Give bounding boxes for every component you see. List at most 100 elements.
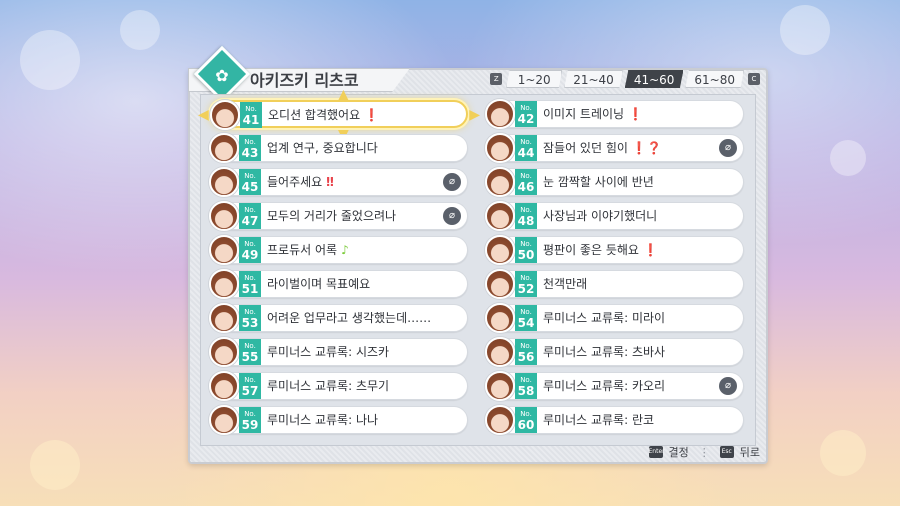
avatar: [485, 167, 515, 197]
episode-item[interactable]: No. 53 어려운 업무라고 생각했는데……: [209, 303, 468, 333]
episode-number: 50: [517, 248, 535, 262]
esc-key-icon: Esc: [719, 446, 734, 458]
episode-item[interactable]: No. 54 루미너스 교류록: 미라이: [485, 303, 744, 333]
episode-item[interactable]: No. 42 이미지 트레이닝 ❗: [485, 99, 744, 129]
episode-number-badge: No. 41: [240, 102, 262, 128]
tab-41-60[interactable]: 41~60: [624, 70, 684, 88]
back-label[interactable]: 뒤로: [740, 444, 760, 460]
episode-item[interactable]: No. 43 업계 연구, 중요합니다: [209, 133, 468, 163]
episode-number-badge: No. 43: [239, 135, 261, 161]
episode-item[interactable]: No. 50 평판이 좋은 듯해요 ❗: [485, 235, 744, 265]
episode-list-panel: ✿ 아키즈키 리츠코 Z 1~20 21~40 41~60 61~80 C No…: [188, 45, 768, 464]
episode-item[interactable]: No. 52 천객만래: [485, 269, 744, 299]
episode-title: 눈 깜짝할 사이에 반년: [543, 175, 654, 189]
paperclip-icon: ⌀: [443, 173, 461, 191]
avatar: [209, 235, 239, 265]
episode-title: 업계 연구, 중요합니다: [267, 141, 378, 155]
episode-item[interactable]: No. 59 루미너스 교류록: 나나: [209, 405, 468, 435]
episode-number-badge: No. 48: [515, 203, 537, 229]
episode-number-badge: No. 50: [515, 237, 537, 263]
selection-left-icon: ◀: [198, 107, 209, 123]
avatar: [209, 337, 239, 367]
avatar: [485, 303, 515, 333]
episode-number: 55: [241, 350, 259, 364]
episode-title: 프로듀서 어록: [267, 243, 338, 257]
episode-title-row: 잠들어 있던 힘이 ❗❓: [543, 135, 662, 161]
emotion-mark-icon: ❗: [642, 243, 658, 257]
episode-number: 60: [517, 418, 535, 432]
episode-title-row: 루미너스 교류록: 카오리: [543, 373, 665, 399]
episode-number-badge: No. 57: [239, 373, 261, 399]
avatar: [209, 133, 239, 163]
episode-number: 52: [517, 282, 535, 296]
footer-divider: ⋮: [698, 445, 710, 459]
episode-item[interactable]: No. 47 모두의 거리가 줄었으려나 ⌀: [209, 201, 468, 231]
bokeh-light: [830, 140, 866, 176]
paperclip-icon: ⌀: [719, 139, 737, 157]
episode-item[interactable]: No. 49 프로듀서 어록 ♪: [209, 235, 468, 265]
confirm-label[interactable]: 결정: [669, 444, 689, 460]
avatar: [209, 201, 239, 231]
episode-number: 45: [241, 180, 259, 194]
episode-number: 46: [517, 180, 535, 194]
episode-title: 루미너스 교류록: 나나: [267, 413, 379, 427]
episode-title: 모두의 거리가 줄었으려나: [267, 209, 397, 223]
episode-item[interactable]: No. 60 루미너스 교류록: 란코: [485, 405, 744, 435]
episode-number: 53: [241, 316, 259, 330]
episode-item[interactable]: No. 58 루미너스 교류록: 카오리 ⌀: [485, 371, 744, 401]
episode-title-row: 루미너스 교류록: 시즈카: [267, 339, 389, 365]
episode-item[interactable]: No. 48 사장님과 이야기했더니: [485, 201, 744, 231]
episode-number: 59: [241, 418, 259, 432]
episode-item[interactable]: No. 51 라이벌이며 목표예요: [209, 269, 468, 299]
episode-title-row: 사장님과 이야기했더니: [543, 203, 657, 229]
episode-number: 58: [517, 384, 535, 398]
footer-controls: Enter 결정 ⋮ Esc 뒤로: [648, 444, 760, 460]
episode-title-row: 어려운 업무라고 생각했는데……: [267, 305, 431, 331]
bokeh-light: [120, 10, 160, 50]
avatar: [485, 133, 515, 163]
avatar: [485, 269, 515, 299]
episode-title: 루미너스 교류록: 미라이: [543, 311, 666, 325]
episode-title: 들어주세요: [267, 175, 323, 189]
episode-item[interactable]: No. 45 들어주세요 ‼ ⌀: [209, 167, 468, 197]
episode-title-row: 이미지 트레이닝 ❗: [543, 101, 643, 127]
episode-number: 57: [241, 384, 259, 398]
episode-number-badge: No. 60: [515, 407, 537, 433]
tab-21-40[interactable]: 21~40: [564, 70, 623, 88]
selection-right-icon: ▶: [469, 107, 480, 123]
episode-number-badge: No. 58: [515, 373, 537, 399]
episode-title: 루미너스 교류록: 시즈카: [267, 345, 390, 359]
episode-item[interactable]: No. 57 루미너스 교류록: 츠무기: [209, 371, 468, 401]
emotion-mark-icon: ❗: [628, 107, 644, 121]
episode-title: 이미지 트레이닝: [543, 107, 625, 121]
episode-title: 사장님과 이야기했더니: [543, 209, 658, 223]
episode-number: 42: [517, 112, 535, 126]
episode-number-badge: No. 59: [239, 407, 261, 433]
next-key-icon[interactable]: C: [748, 73, 760, 85]
tab-61-80[interactable]: 61~80: [685, 70, 744, 88]
avatar: [485, 405, 515, 435]
episode-title: 오디션 합격했어요: [268, 108, 361, 122]
episode-item[interactable]: No. 44 잠들어 있던 힘이 ❗❓ ⌀: [485, 133, 744, 163]
avatar: [485, 371, 515, 401]
episode-title-row: 루미너스 교류록: 츠바사: [543, 339, 665, 365]
episode-item[interactable]: No. 55 루미너스 교류록: 시즈카: [209, 337, 468, 367]
avatar: [485, 201, 515, 231]
episode-title-row: 평판이 좋은 듯해요 ❗: [543, 237, 658, 263]
episode-item[interactable]: No. 56 루미너스 교류록: 츠바사: [485, 337, 744, 367]
prev-key-icon[interactable]: Z: [490, 73, 503, 85]
paperclip-icon: ⌀: [719, 377, 737, 395]
episode-title-row: 루미너스 교류록: 란코: [543, 407, 654, 433]
tab-1-20[interactable]: 1~20: [506, 70, 563, 88]
episode-title-row: 프로듀서 어록 ♪: [267, 237, 349, 263]
episode-number: 51: [241, 282, 259, 296]
episode-title: 천객만래: [543, 277, 588, 291]
episode-item[interactable]: No. 46 눈 깜짝할 사이에 반년: [485, 167, 744, 197]
episode-title-row: 업계 연구, 중요합니다: [267, 135, 378, 161]
episode-title-row: 루미너스 교류록: 츠무기: [267, 373, 389, 399]
episode-number-badge: No. 54: [515, 305, 537, 331]
episode-number-badge: No. 53: [239, 305, 261, 331]
episode-title: 잠들어 있던 힘이: [543, 141, 628, 155]
emotion-mark-icon: ❗❓: [631, 141, 662, 155]
episode-item[interactable]: No.41오디션 합격했어요❗▲▼◀▶: [198, 88, 480, 142]
